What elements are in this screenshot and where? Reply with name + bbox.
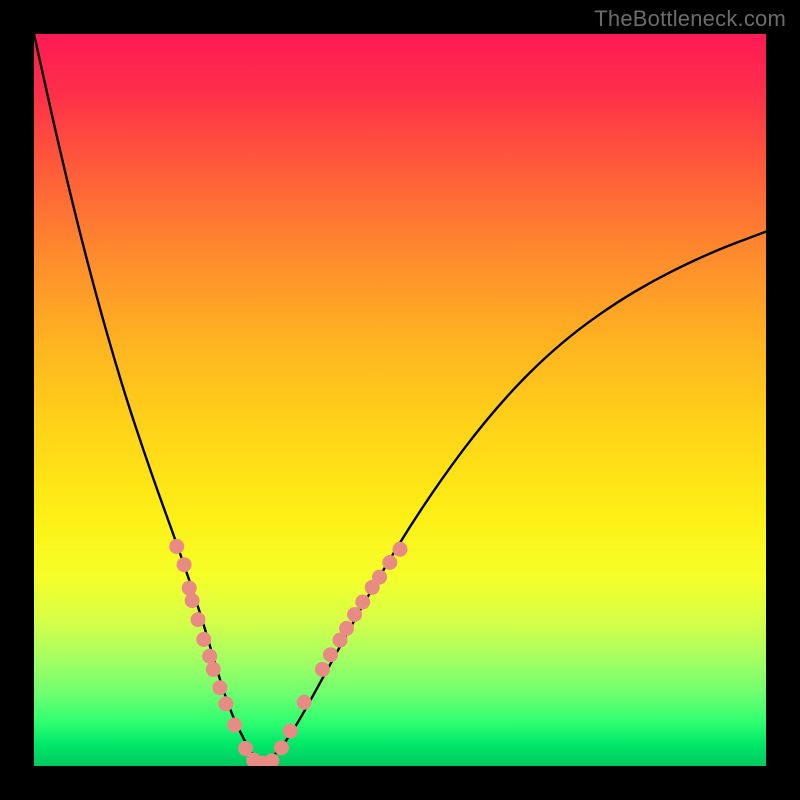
chart-frame: TheBottleneck.com (0, 0, 800, 800)
dot (297, 695, 312, 710)
dot (185, 593, 200, 608)
dot (202, 649, 217, 664)
dot (323, 647, 338, 662)
dot (274, 740, 289, 755)
dot (315, 662, 330, 677)
plot-area (34, 34, 766, 766)
dot (191, 612, 206, 627)
dot (393, 542, 408, 557)
dot (355, 595, 370, 610)
dot (177, 557, 192, 572)
highlight-dots (169, 539, 407, 766)
dot (212, 680, 227, 695)
dot (264, 753, 279, 766)
dot (372, 570, 387, 585)
dot (283, 723, 298, 738)
dot (339, 621, 354, 636)
dot (169, 539, 184, 554)
dot (218, 696, 233, 711)
dot (347, 607, 362, 622)
dot (182, 581, 197, 596)
dot (206, 662, 221, 677)
watermark-text: TheBottleneck.com (594, 6, 786, 32)
curve-svg (34, 34, 766, 766)
bottleneck-curve (34, 34, 766, 762)
dot (227, 718, 242, 733)
dot (196, 632, 211, 647)
dot (382, 555, 397, 570)
